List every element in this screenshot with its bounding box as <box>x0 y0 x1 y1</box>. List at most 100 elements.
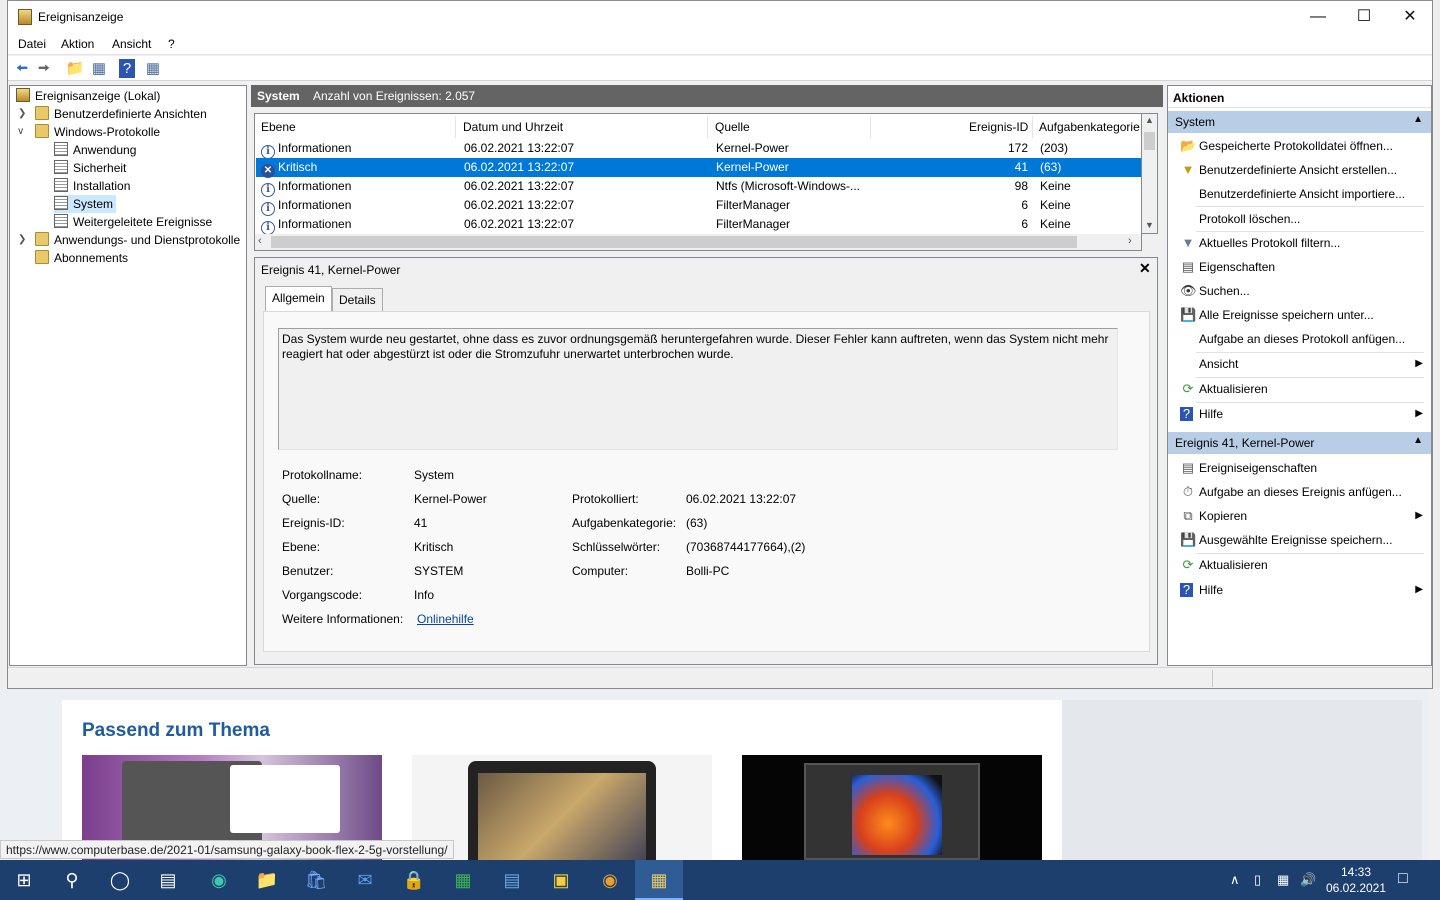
browser-scrollbar[interactable] <box>1428 688 1440 860</box>
action-item[interactable]: Aufgabe an dieses Protokoll anfügen... <box>1168 327 1431 351</box>
vertical-scrollbar[interactable]: ▲ ▼ <box>1142 113 1158 234</box>
cell-cat: Keine <box>1040 198 1071 212</box>
menu-help[interactable]: ? <box>168 37 175 51</box>
actions-group-system[interactable]: System ▲ <box>1168 111 1431 133</box>
action-item[interactable]: Benutzerdefinierte Ansicht importiere... <box>1168 182 1431 206</box>
scroll-right-icon[interactable]: › <box>1128 235 1132 247</box>
minimize-button[interactable]: — <box>1295 1 1341 33</box>
tree-custom-views[interactable]: Benutzerdefinierte Ansichten <box>35 105 207 123</box>
table-row[interactable]: i Informationen 06.02.2021 13:22:07 Kernel-… <box>256 139 1141 159</box>
column-header-kategorie[interactable]: Aufgabenkategorie <box>1039 120 1140 134</box>
action-item[interactable]: ⧉ Kopieren ▶ <box>1168 504 1431 528</box>
value-protokolliert: 06.02.2021 13:22:07 <box>686 492 797 506</box>
tree-windows-logs[interactable]: Windows-Protokolle <box>35 123 160 141</box>
scroll-left-icon[interactable]: ‹ <box>258 235 262 247</box>
table-row[interactable]: i Informationen 06.02.2021 13:22:07 FilterM… <box>256 196 1141 216</box>
sticky-notes-icon[interactable]: ▣ <box>537 860 585 900</box>
value-schluesselwoerter: (70368744177664),(2) <box>686 540 806 554</box>
collapse-up-icon[interactable]: ▲ <box>1413 114 1423 125</box>
menu-ansicht[interactable]: Ansicht <box>112 37 151 51</box>
action-item[interactable]: ▤ Eigenschaften <box>1168 255 1431 279</box>
document-icon[interactable]: ▤ <box>488 860 536 900</box>
action-item[interactable]: Protokoll löschen... <box>1168 207 1431 231</box>
windows-start-icon[interactable]: ⊞ <box>0 860 48 900</box>
column-header-ebene[interactable]: Ebene <box>261 120 296 134</box>
notification-icon[interactable]: □ <box>1398 870 1408 888</box>
scroll-thumb[interactable] <box>1144 132 1155 150</box>
edge-browser-icon[interactable]: ◉ <box>195 860 243 900</box>
action-item[interactable]: ▼ Benutzerdefinierte Ansicht erstellen... <box>1168 158 1431 182</box>
up-folder-icon[interactable]: 📁 <box>65 59 85 78</box>
action-item[interactable]: 💾 Alle Ereignisse speichern unter... <box>1168 303 1431 327</box>
action-item[interactable]: ? Hilfe ▶ <box>1168 402 1431 426</box>
close-button[interactable]: ✕ <box>1387 1 1433 33</box>
tree-log-anwendung[interactable]: Anwendung <box>54 141 136 159</box>
event-viewer-taskbar-icon[interactable]: ▦ <box>635 860 683 900</box>
expand-arrow-icon[interactable]: ❯ <box>18 108 28 119</box>
action-item[interactable]: 💾 Ausgewählte Ereignisse speichern... <box>1168 528 1431 552</box>
related-thumbnail-2[interactable] <box>412 755 712 860</box>
table-row[interactable]: i Informationen 06.02.2021 13:22:07 Ntfs (M… <box>256 177 1141 197</box>
action-item[interactable]: ⟳ Aktualisieren <box>1168 553 1431 577</box>
tab-allgemein[interactable]: Allgemein <box>265 286 332 312</box>
scroll-thumb[interactable] <box>271 236 1077 248</box>
file-explorer-icon[interactable]: 📁 <box>243 860 291 900</box>
action-item[interactable]: ? Hilfe ▶ <box>1168 578 1431 602</box>
collapse-up-icon[interactable]: ▲ <box>1413 435 1423 446</box>
event-description[interactable]: Das System wurde neu gestartet, ohne das… <box>278 328 1118 450</box>
tree-log-installation[interactable]: Installation <box>54 177 130 195</box>
app-icon[interactable]: ◉ <box>586 860 634 900</box>
show-hide-tree-icon[interactable]: ▦ <box>89 59 109 78</box>
forward-arrow-icon[interactable]: 🠪 <box>34 59 54 78</box>
action-item[interactable]: Ansicht ▶ <box>1168 352 1431 376</box>
menu-datei[interactable]: Datei <box>18 37 46 51</box>
back-arrow-icon[interactable]: 🠨 <box>12 59 32 78</box>
horizontal-scrollbar[interactable]: ‹ › <box>255 234 1141 250</box>
scroll-down-icon[interactable]: ▼ <box>1145 220 1154 230</box>
network-icon[interactable]: ▦ <box>1277 872 1289 888</box>
column-header-quelle[interactable]: Quelle <box>715 120 750 134</box>
tree-log-forwarded[interactable]: Weitergeleitete Ereignisse <box>54 213 212 231</box>
table-row[interactable]: i Informationen 06.02.2021 13:22:07 FilterM… <box>256 215 1141 235</box>
action-item[interactable]: ▼ Aktuelles Protokoll filtern... <box>1168 231 1431 255</box>
related-thumbnail-3[interactable] <box>742 755 1042 860</box>
column-header-id[interactable]: Ereignis-ID <box>969 120 1028 134</box>
scroll-up-icon[interactable]: ▲ <box>1145 115 1154 125</box>
collapse-arrow-icon[interactable]: ∨ <box>17 126 27 137</box>
volume-icon[interactable]: 🔊 <box>1300 872 1316 888</box>
notes-icon[interactable]: ▯ <box>1254 872 1261 888</box>
menu-aktion[interactable]: Aktion <box>61 37 94 51</box>
tree-log-sicherheit[interactable]: Sicherheit <box>54 159 126 177</box>
keepass-icon[interactable]: 🔒 <box>390 860 438 900</box>
actions-group-event[interactable]: Ereignis 41, Kernel-Power ▲ <box>1168 432 1431 454</box>
action-item[interactable]: 👁 Suchen... <box>1168 279 1431 303</box>
online-help-link[interactable]: Onlinehilfe <box>417 612 474 626</box>
mail-icon[interactable]: ✉ <box>341 860 389 900</box>
expand-arrow-icon[interactable]: ❯ <box>18 234 28 245</box>
column-header-datum[interactable]: Datum und Uhrzeit <box>463 120 563 134</box>
cortana-icon[interactable]: ◯ <box>96 860 144 900</box>
title-bar[interactable]: Ereignisanzeige — ☐ ✕ <box>8 1 1432 33</box>
tree-app-service-logs[interactable]: Anwendungs- und Dienstprotokolle <box>35 231 240 249</box>
action-item[interactable]: ▤ Ereigniseigenschaften <box>1168 456 1431 480</box>
store-icon[interactable]: 🛍 <box>292 860 340 900</box>
tree-log-system[interactable]: System <box>54 195 117 213</box>
spreadsheet-icon[interactable]: ▦ <box>439 860 487 900</box>
action-item[interactable]: 📂 Gespeicherte Protokolldatei öffnen... <box>1168 134 1431 158</box>
search-icon[interactable]: ⚲ <box>48 860 96 900</box>
action-item[interactable]: ⟳ Aktualisieren <box>1168 377 1431 401</box>
tree-subscriptions[interactable]: Abonnements <box>35 249 128 267</box>
maximize-button[interactable]: ☐ <box>1341 1 1387 33</box>
clock[interactable]: 14:33 06.02.2021 <box>1318 864 1394 896</box>
log-icon <box>54 142 68 156</box>
chevron-up-icon[interactable]: ∧ <box>1230 872 1240 888</box>
tree-root[interactable]: Ereignisanzeige (Lokal) <box>16 87 160 105</box>
task-view-icon[interactable]: ▤ <box>144 860 192 900</box>
tab-details[interactable]: Details <box>332 288 383 312</box>
action-item[interactable]: ⏱ Aufgabe an dieses Ereignis anfügen... <box>1168 480 1431 504</box>
table-row[interactable]: ✕ Kritisch 06.02.2021 13:22:07 Kernel-Power… <box>256 158 1141 178</box>
help-icon[interactable]: ? <box>119 59 135 78</box>
close-icon[interactable]: ✕ <box>1139 260 1151 277</box>
show-hide-actions-icon[interactable]: ▦ <box>143 59 163 78</box>
cell-source: FilterManager <box>716 217 791 231</box>
